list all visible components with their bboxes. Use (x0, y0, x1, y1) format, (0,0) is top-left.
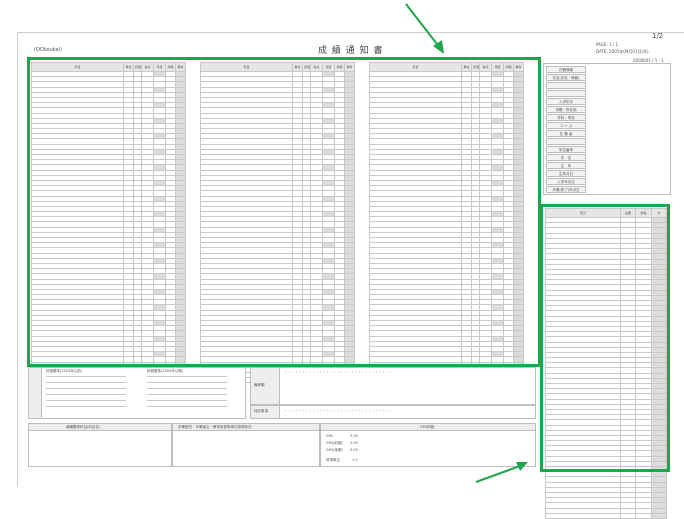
page-title: 成 績 通 知 書 (318, 46, 384, 56)
arrow-top-icon (405, 3, 444, 54)
student-info-label: 学生番号 (546, 146, 586, 153)
gpa-row-label: GPA(前期) (326, 441, 343, 445)
student-info-label: 学籍・所在地 (546, 106, 586, 113)
table-row (545, 512, 667, 519)
gpa-title: GPA評価 (420, 425, 434, 429)
form-code: (OOkoukei) (34, 47, 62, 53)
student-info-label (546, 90, 586, 97)
student-info-label: コ ー ス (546, 122, 586, 129)
highlight-grades-area (27, 57, 541, 367)
special-label: 特記事項 (254, 409, 268, 413)
gpa-row-label: GPA (326, 434, 333, 438)
page-number: 1/2 (652, 32, 664, 40)
remarks-dots: ・・・・・・・・・・・・・・・・・・・・・・・・・・・・・・・ (284, 370, 393, 374)
grade-legend-box (28, 367, 246, 419)
student-info-label (546, 82, 586, 89)
meta-page: PAGE: 1 / 1 (596, 42, 619, 47)
legend-line (147, 382, 227, 383)
remarks-label: 備考欄 (254, 383, 265, 387)
gpa-row-label: GPA(後期) (326, 448, 343, 452)
gpa-row-value: 2.95 (350, 441, 358, 445)
legend-title-a: 評価基準(2004年以前) (46, 369, 83, 373)
student-info-label: 卒業(修了)年月日 (546, 186, 586, 193)
student-info-label: 在籍情報 (546, 66, 586, 73)
student-info-label: 生 年 (546, 162, 586, 169)
legend-line (46, 406, 126, 407)
legend-line (147, 376, 227, 377)
legend-line (46, 400, 126, 401)
student-info-label: 氏 名 (546, 154, 586, 161)
legend-line (46, 382, 126, 383)
legend-line (46, 394, 126, 395)
student-info-label (546, 138, 586, 145)
student-info-label: 入学年月日 (546, 178, 586, 185)
legend-line (147, 388, 227, 389)
arrow-bottom-icon (475, 462, 528, 483)
gpa-row-value: 3.00 (350, 434, 358, 438)
legend-line (147, 394, 227, 395)
student-info-label: 生年月日 (546, 170, 586, 177)
student-info-label: 入学年次 (546, 98, 586, 105)
thesis-title: 卒業研究・卒業論文・教育実習等単位修得状況 (178, 425, 252, 429)
credit-label: 修得単位 (326, 458, 340, 462)
legend-line (46, 388, 126, 389)
meta-date: DATE: 2005年09月01日(木) (596, 49, 649, 54)
legend-title-b: 評価基準(2005年以降) (147, 369, 184, 373)
supplementary-title: 補講履修科目(科目名) (66, 425, 101, 429)
gpa-row-value: 3.05 (350, 448, 358, 452)
credit-value: 1.0 (352, 458, 358, 462)
special-dots: ・・・・・・・・・・・・・・・・・・・・・・・・・・・・・・・ (284, 409, 393, 413)
student-info-label: 在 籍 者 (546, 130, 586, 137)
student-info-label: 氏名(氏名・情報) (546, 74, 586, 81)
legend-line (147, 406, 227, 407)
legend-line (147, 400, 227, 401)
highlight-summary-area (540, 204, 670, 472)
legend-line (46, 376, 126, 377)
student-info-label: 学科・専攻 (546, 114, 586, 121)
legend-label-cell (28, 367, 42, 419)
